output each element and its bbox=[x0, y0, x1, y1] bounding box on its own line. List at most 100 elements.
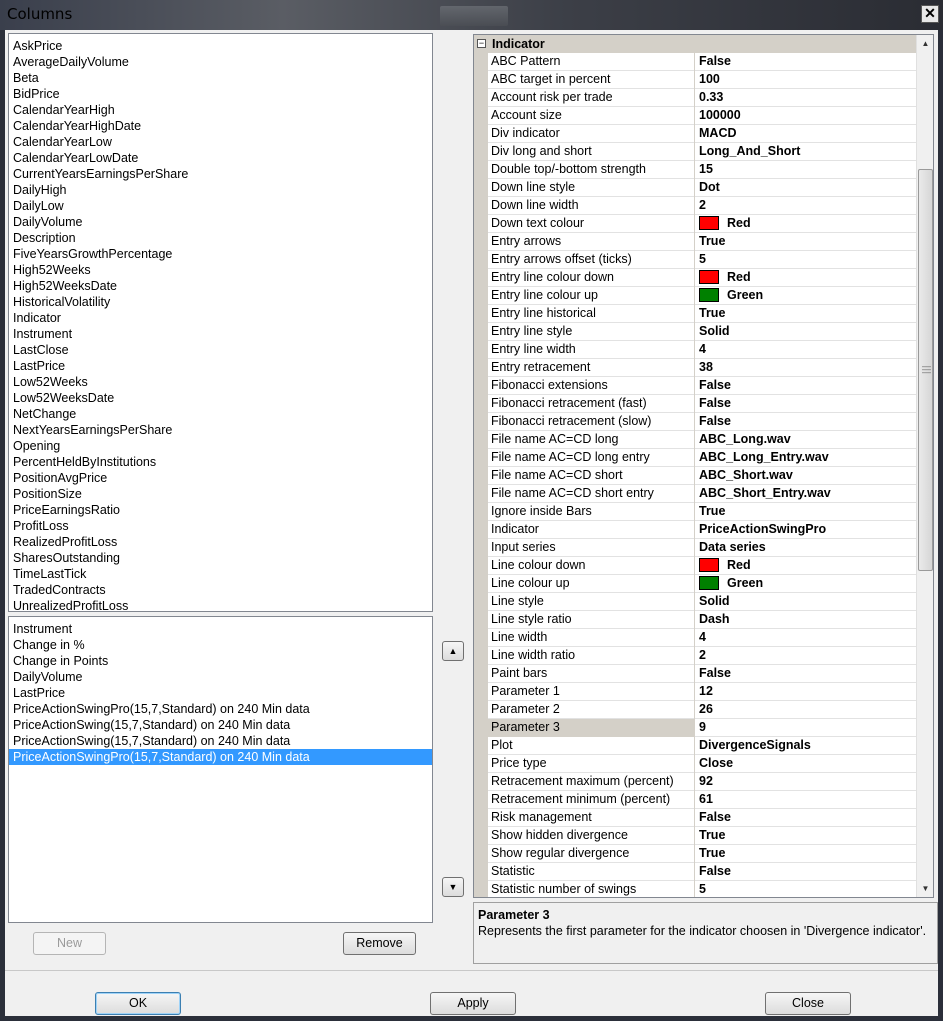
available-columns-list[interactable]: AskPrice AverageDailyVolume Beta BidPrice Ca… bbox=[8, 33, 433, 612]
property-value[interactable]: False bbox=[696, 665, 916, 683]
property-row[interactable]: Show regular divergence True bbox=[474, 845, 916, 863]
property-name[interactable]: Line style bbox=[488, 593, 695, 611]
property-name[interactable]: Entry retracement bbox=[488, 359, 695, 377]
property-name[interactable]: ABC Pattern bbox=[488, 53, 695, 71]
selected-column-item[interactable]: PriceActionSwingPro(15,7,Standard) on 24… bbox=[9, 749, 432, 765]
property-row[interactable]: Plot DivergenceSignals bbox=[474, 737, 916, 755]
property-row[interactable]: Down text colour Red bbox=[474, 215, 916, 233]
property-name[interactable]: Fibonacci retracement (slow) bbox=[488, 413, 695, 431]
property-row[interactable]: Account size 100000 bbox=[474, 107, 916, 125]
property-value[interactable]: 100 bbox=[696, 71, 916, 89]
collapse-icon[interactable]: − bbox=[477, 39, 486, 48]
property-value[interactable]: 5 bbox=[696, 881, 916, 897]
scroll-thumb[interactable]: — — — bbox=[918, 169, 933, 571]
available-column-item[interactable]: CalendarYearLowDate bbox=[9, 150, 432, 166]
property-value[interactable]: Red bbox=[696, 557, 916, 575]
property-value[interactable]: False bbox=[696, 377, 916, 395]
property-value[interactable]: 38 bbox=[696, 359, 916, 377]
property-value[interactable]: Green bbox=[696, 575, 916, 593]
property-value[interactable]: False bbox=[696, 413, 916, 431]
selected-column-item[interactable]: LastPrice bbox=[9, 685, 432, 701]
property-row[interactable]: Retracement minimum (percent) 61 bbox=[474, 791, 916, 809]
available-column-item[interactable]: ProfitLoss bbox=[9, 518, 432, 534]
property-row[interactable]: Down line style Dot bbox=[474, 179, 916, 197]
selected-column-item[interactable]: DailyVolume bbox=[9, 669, 432, 685]
property-row[interactable]: Risk management False bbox=[474, 809, 916, 827]
property-value[interactable]: False bbox=[696, 53, 916, 71]
property-name[interactable]: Statistic number of swings bbox=[488, 881, 695, 897]
property-value[interactable]: 0.33 bbox=[696, 89, 916, 107]
property-row[interactable]: Line colour down Red bbox=[474, 557, 916, 575]
available-column-item[interactable]: Opening bbox=[9, 438, 432, 454]
selected-column-item[interactable]: Change in % bbox=[9, 637, 432, 653]
property-row[interactable]: Parameter 3 9 bbox=[474, 719, 916, 737]
property-value[interactable]: DivergenceSignals bbox=[696, 737, 916, 755]
property-value[interactable]: MACD bbox=[696, 125, 916, 143]
property-row[interactable]: Line style Solid bbox=[474, 593, 916, 611]
available-column-item[interactable]: CurrentYearsEarningsPerShare bbox=[9, 166, 432, 182]
property-value[interactable]: Solid bbox=[696, 593, 916, 611]
property-name[interactable]: Entry line style bbox=[488, 323, 695, 341]
available-column-item[interactable]: BidPrice bbox=[9, 86, 432, 102]
property-value[interactable]: Long_And_Short bbox=[696, 143, 916, 161]
property-name[interactable]: Entry line colour down bbox=[488, 269, 695, 287]
available-column-item[interactable]: Low52WeeksDate bbox=[9, 390, 432, 406]
property-grid-scrollbar[interactable]: ▲ — — — ▼ bbox=[916, 35, 933, 897]
property-value[interactable]: True bbox=[696, 305, 916, 323]
property-name[interactable]: Entry arrows bbox=[488, 233, 695, 251]
property-name[interactable]: Line width ratio bbox=[488, 647, 695, 665]
property-row[interactable]: Entry line width 4 bbox=[474, 341, 916, 359]
property-row[interactable]: Double top/-bottom strength 15 bbox=[474, 161, 916, 179]
property-row[interactable]: File name AC=CD long ABC_Long.wav bbox=[474, 431, 916, 449]
available-column-item[interactable]: LastPrice bbox=[9, 358, 432, 374]
property-value[interactable]: 26 bbox=[696, 701, 916, 719]
apply-button[interactable]: Apply bbox=[430, 992, 516, 1015]
available-column-item[interactable]: High52Weeks bbox=[9, 262, 432, 278]
available-column-item[interactable]: AskPrice bbox=[9, 38, 432, 54]
available-column-item[interactable]: PositionSize bbox=[9, 486, 432, 502]
close-button[interactable]: Close bbox=[765, 992, 851, 1015]
property-row[interactable]: Entry line colour up Green bbox=[474, 287, 916, 305]
available-column-item[interactable]: NetChange bbox=[9, 406, 432, 422]
property-value[interactable]: ABC_Long_Entry.wav bbox=[696, 449, 916, 467]
property-row[interactable]: Entry retracement 38 bbox=[474, 359, 916, 377]
property-value[interactable]: 4 bbox=[696, 629, 916, 647]
property-row[interactable]: Div long and short Long_And_Short bbox=[474, 143, 916, 161]
available-column-item[interactable]: DailyVolume bbox=[9, 214, 432, 230]
property-name[interactable]: Plot bbox=[488, 737, 695, 755]
available-column-item[interactable]: UnrealizedProfitLoss bbox=[9, 598, 432, 611]
property-value[interactable]: 61 bbox=[696, 791, 916, 809]
property-name[interactable]: Entry line width bbox=[488, 341, 695, 359]
property-row[interactable]: ABC Pattern False bbox=[474, 53, 916, 71]
move-down-button[interactable]: ▼ bbox=[442, 877, 464, 897]
available-column-item[interactable]: RealizedProfitLoss bbox=[9, 534, 432, 550]
available-column-item[interactable]: SharesOutstanding bbox=[9, 550, 432, 566]
property-value[interactable]: Data series bbox=[696, 539, 916, 557]
property-name[interactable]: Parameter 1 bbox=[488, 683, 695, 701]
property-value[interactable]: 92 bbox=[696, 773, 916, 791]
available-column-item[interactable]: TradedContracts bbox=[9, 582, 432, 598]
property-value[interactable]: True bbox=[696, 845, 916, 863]
selected-column-item[interactable]: PriceActionSwing(15,7,Standard) on 240 M… bbox=[9, 717, 432, 733]
category-header[interactable]: − Indicator bbox=[474, 35, 916, 53]
property-value[interactable]: Dot bbox=[696, 179, 916, 197]
property-name[interactable]: Statistic bbox=[488, 863, 695, 881]
selected-columns-list[interactable]: Instrument Change in % Change in Points Dai… bbox=[8, 616, 433, 923]
property-row[interactable]: Paint bars False bbox=[474, 665, 916, 683]
available-column-item[interactable]: CalendarYearHighDate bbox=[9, 118, 432, 134]
property-row[interactable]: Retracement maximum (percent) 92 bbox=[474, 773, 916, 791]
property-value[interactable]: Green bbox=[696, 287, 916, 305]
property-row[interactable]: File name AC=CD long entry ABC_Long_Entry… bbox=[474, 449, 916, 467]
property-row[interactable]: Parameter 2 26 bbox=[474, 701, 916, 719]
property-value[interactable]: 5 bbox=[696, 251, 916, 269]
property-value[interactable]: 2 bbox=[696, 197, 916, 215]
property-value[interactable]: False bbox=[696, 863, 916, 881]
property-value[interactable]: 2 bbox=[696, 647, 916, 665]
property-name[interactable]: Retracement minimum (percent) bbox=[488, 791, 695, 809]
available-column-item[interactable]: NextYearsEarningsPerShare bbox=[9, 422, 432, 438]
property-name[interactable]: Line style ratio bbox=[488, 611, 695, 629]
property-row[interactable]: Line colour up Green bbox=[474, 575, 916, 593]
move-up-button[interactable]: ▲ bbox=[442, 641, 464, 661]
property-row[interactable]: Show hidden divergence True bbox=[474, 827, 916, 845]
available-column-item[interactable]: Instrument bbox=[9, 326, 432, 342]
